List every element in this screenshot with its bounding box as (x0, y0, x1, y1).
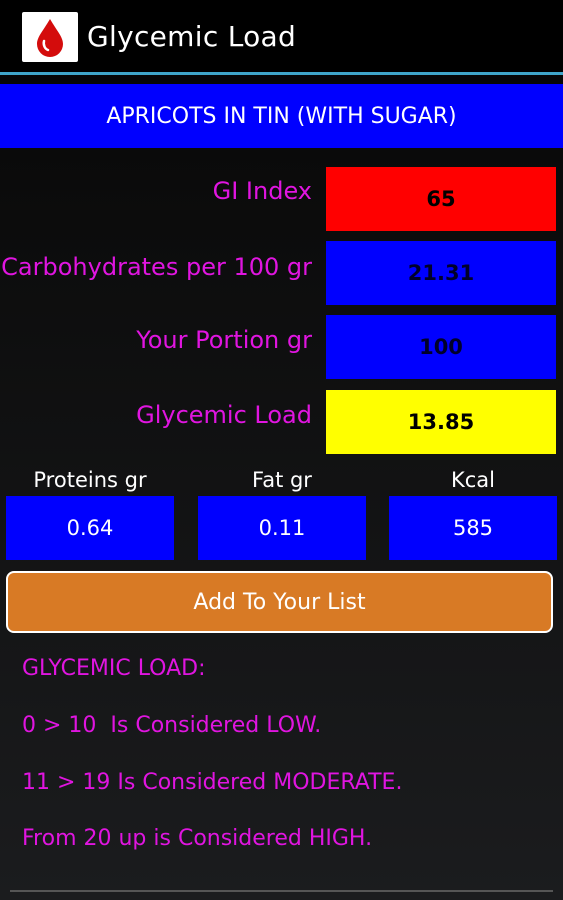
carbohydrates-label: Carbohydrates per 100 gr (1, 253, 312, 281)
legend-high: From 20 up is Considered HIGH. (22, 826, 373, 851)
proteins-value: 0.64 (6, 496, 174, 560)
kcal-value: 585 (389, 496, 557, 560)
app-title: Glycemic Load (87, 20, 297, 53)
legend-low: 0 > 10 Is Considered LOW. (22, 713, 322, 738)
portion-input[interactable]: 100 (326, 315, 556, 379)
legend-moderate: 11 > 19 Is Considered MODERATE. (22, 770, 403, 795)
proteins-label: Proteins gr (33, 468, 147, 492)
carbohydrates-value: 21.31 (326, 241, 556, 305)
blood-drop-icon (22, 12, 78, 62)
kcal-label: Kcal (450, 468, 496, 492)
gi-index-label: GI Index (212, 177, 312, 205)
add-to-list-button[interactable]: Add To Your List (6, 571, 553, 633)
portion-label: Your Portion gr (136, 326, 312, 354)
title-bar: Glycemic Load (0, 0, 563, 72)
glycemic-load-label: Glycemic Load (136, 401, 312, 429)
glycemic-load-value: 13.85 (326, 390, 556, 454)
fat-value: 0.11 (198, 496, 366, 560)
fat-label: Fat gr (252, 468, 312, 492)
food-name-banner: APRICOTS IN TIN (WITH SUGAR) (0, 84, 563, 148)
title-divider (0, 72, 563, 75)
bottom-divider (10, 890, 553, 892)
gi-index-value: 65 (326, 167, 556, 231)
legend-heading: GLYCEMIC LOAD: (22, 656, 206, 681)
